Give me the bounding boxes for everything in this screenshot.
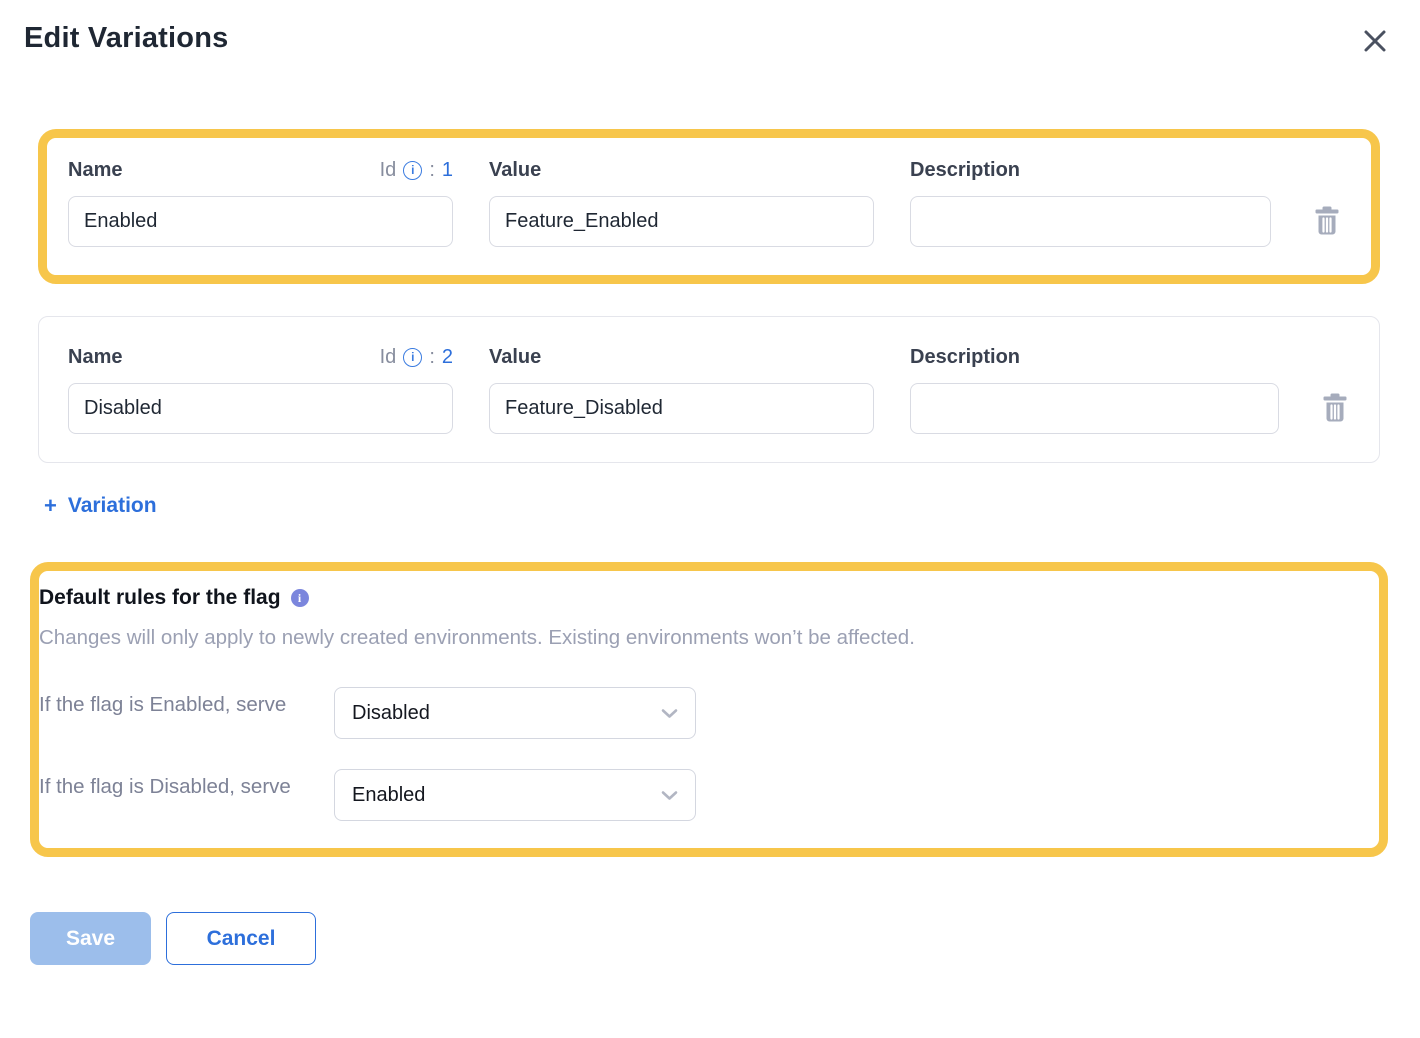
default-rules-note: Changes will only apply to newly created… [39,626,1355,650]
id-value: 1 [442,159,453,182]
default-rules-highlight: Default rules for the flag i Changes wil… [30,562,1388,857]
cancel-button[interactable]: Cancel [166,912,316,965]
trash-icon [1321,392,1349,423]
id-separator: : [429,159,435,182]
description-label: Description [910,159,1020,182]
id-value: 2 [442,346,453,369]
variation-value-input[interactable] [489,383,874,434]
default-rules-title: Default rules for the flag [39,586,281,610]
add-variation-label: Variation [68,494,157,518]
selected-variation: Enabled [352,784,425,807]
value-field-group: Value [489,344,874,434]
variation-id-group: Id i : 2 [380,346,453,369]
serve-select-disabled[interactable]: Enabled [334,769,696,821]
close-icon [1362,28,1388,54]
variation-id-group: Id i : 1 [380,159,453,182]
id-label: Id [380,159,397,182]
value-field-group: Value [489,157,874,247]
serve-select-enabled[interactable]: Disabled [334,687,696,739]
delete-variation-button[interactable] [1313,205,1341,236]
selected-variation: Disabled [352,702,430,725]
chevron-down-icon [661,708,678,719]
rule-label: If the flag is Disabled, serve [39,769,334,803]
save-button[interactable]: Save [30,912,151,965]
name-field-group: Name Id i : 1 [68,157,453,247]
variation-card-1: Name Id i : 1 Value [47,138,1371,275]
rule-row-disabled: If the flag is Disabled, serve Enabled [39,769,1355,821]
variation-name-input[interactable] [68,383,453,434]
description-label: Description [910,346,1020,369]
dialog-footer: Save Cancel [30,912,1396,965]
id-label: Id [380,346,397,369]
value-label: Value [489,346,541,369]
variation-card-1-highlight: Name Id i : 1 Value [38,129,1380,284]
description-field-group: Description [910,157,1271,247]
delete-variation-button[interactable] [1321,392,1349,423]
plus-icon: + [44,493,57,519]
edit-variations-dialog: Edit Variations Name Id i : 1 [0,0,1420,965]
default-rules-section: Default rules for the flag i Changes wil… [39,571,1379,848]
id-info-icon[interactable]: i [403,161,422,180]
trash-icon [1313,205,1341,236]
variation-value-input[interactable] [489,196,874,247]
name-label: Name [68,346,122,369]
rule-label: If the flag is Enabled, serve [39,687,334,721]
variation-description-input[interactable] [910,383,1279,434]
chevron-down-icon [661,790,678,801]
add-variation-button[interactable]: + Variation [44,493,157,519]
name-field-group: Name Id i : 2 [68,344,453,434]
name-label: Name [68,159,122,182]
description-field-group: Description [910,344,1279,434]
variation-card-2: Name Id i : 2 Value Descript [38,316,1380,463]
dialog-header: Edit Variations [24,22,1396,60]
default-rules-info-icon[interactable]: i [291,589,309,607]
dialog-title: Edit Variations [24,22,228,55]
id-info-icon[interactable]: i [403,348,422,367]
id-separator: : [429,346,435,369]
variation-description-input[interactable] [910,196,1271,247]
close-button[interactable] [1356,22,1394,60]
variation-name-input[interactable] [68,196,453,247]
value-label: Value [489,159,541,182]
rule-row-enabled: If the flag is Enabled, serve Disabled [39,687,1355,739]
